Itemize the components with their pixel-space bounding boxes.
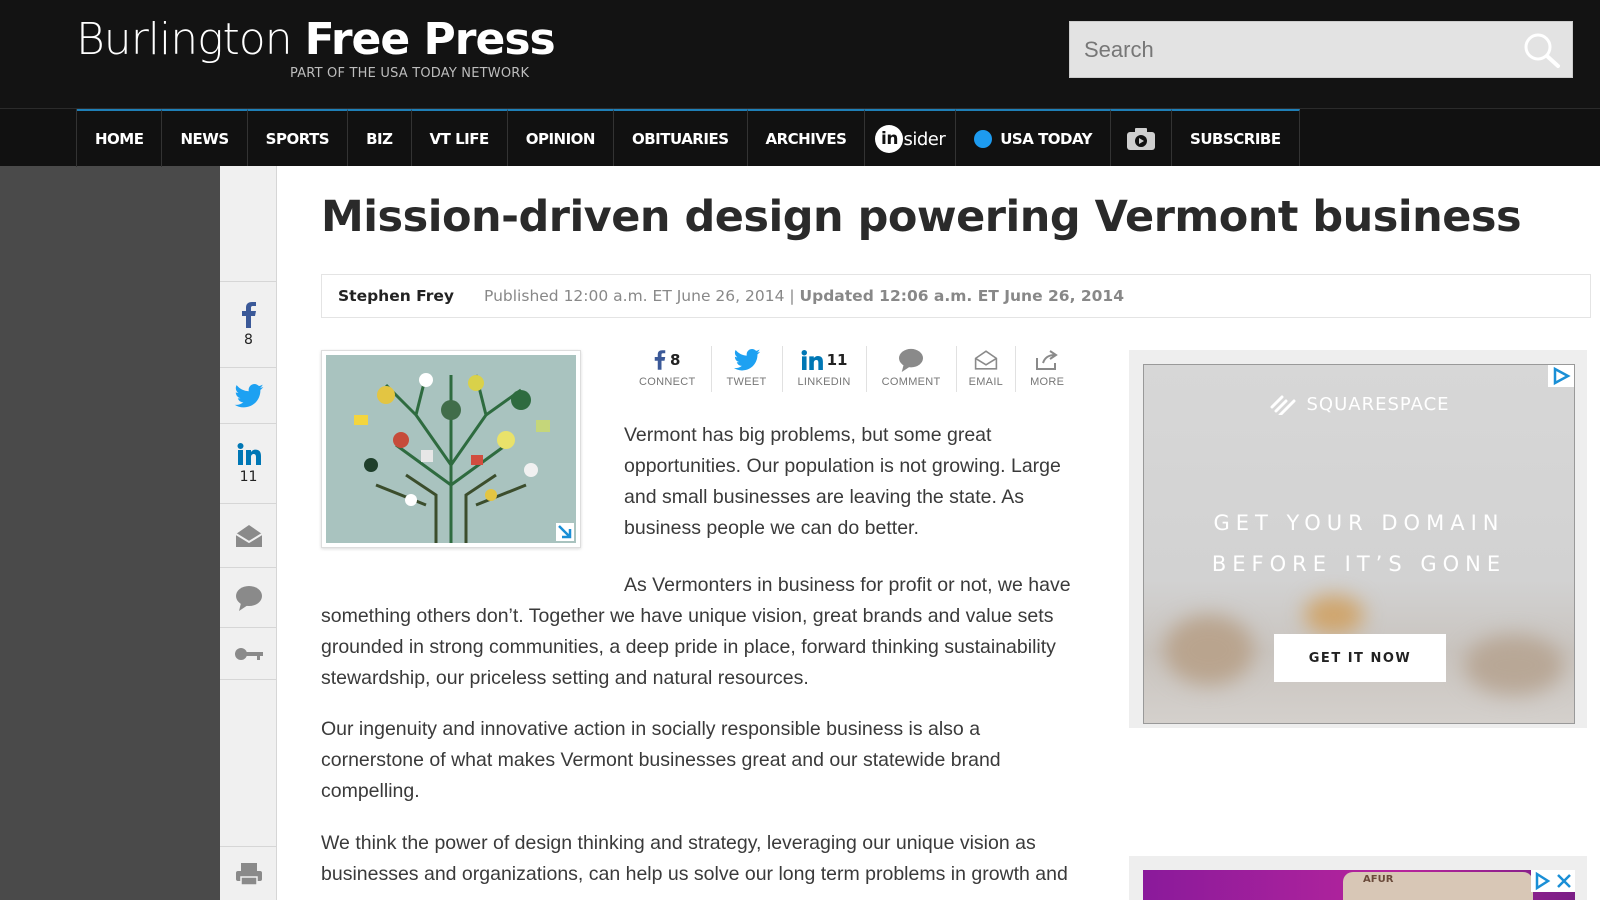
search-button[interactable]: [1522, 31, 1562, 69]
ad2-label: AFUR: [1363, 874, 1394, 885]
share-facebook-label: CONNECT: [639, 376, 696, 388]
ad2-controls: [1531, 870, 1575, 892]
ad-cta-button[interactable]: GET IT NOW: [1274, 634, 1446, 682]
nav-usa-today[interactable]: USA TODAY: [956, 109, 1112, 167]
share-facebook-button[interactable]: 8 CONNECT: [624, 346, 712, 392]
logo-text-bold: Free Press: [304, 14, 556, 65]
share-email-label: EMAIL: [968, 376, 1004, 388]
sidebar-ad-container-2: AFUR: [1129, 856, 1587, 900]
print-icon: [235, 862, 262, 886]
main-nav: HOME NEWS SPORTS BIZ VT LIFE OPINION OBI…: [0, 108, 1600, 167]
nav-photos[interactable]: [1111, 109, 1173, 167]
article-share-bar: 8 CONNECT TWEET 11 LINKEDIN COMMENT EMAI…: [624, 346, 1078, 396]
article-byline: Stephen Frey Published 12:00 a.m. ET Jun…: [321, 274, 1591, 318]
published-date: Published 12:00 a.m. ET June 26, 2014 |: [484, 287, 795, 305]
share-facebook-count: 8: [670, 351, 681, 369]
rail-email-button[interactable]: [220, 504, 277, 568]
share-comment-label: COMMENT: [881, 376, 941, 388]
article-paragraph: Vermont has big problems, but some great…: [624, 424, 1061, 539]
nav-subscribe[interactable]: SUBSCRIBE: [1172, 109, 1300, 167]
nav-sports[interactable]: SPORTS: [247, 109, 349, 167]
nav-insider[interactable]: in sider: [865, 109, 957, 167]
site-header: Burlington Free Press PART OF THE USA TO…: [0, 0, 1600, 108]
linkedin-icon: [801, 350, 823, 370]
rail-facebook-button[interactable]: 8: [220, 282, 277, 368]
banner-ad[interactable]: AFUR: [1143, 870, 1575, 900]
ad-choices-icon[interactable]: [1548, 365, 1574, 387]
article-main: Mission-driven design powering Vermont b…: [277, 166, 1600, 900]
ad-brand-name: SQUARESPACE: [1306, 393, 1450, 415]
nav-news[interactable]: NEWS: [162, 109, 248, 167]
rail-linkedin-count: 11: [239, 468, 258, 485]
nav-vt-life[interactable]: VT LIFE: [411, 109, 508, 167]
squarespace-ad[interactable]: SQUARESPACE GET YOUR DOMAIN BEFORE IT’S …: [1143, 364, 1575, 724]
email-icon: [234, 524, 263, 547]
ad-choices-icon[interactable]: [1531, 870, 1553, 892]
logo-text-light: Burlington: [76, 14, 293, 65]
twitter-icon: [733, 349, 760, 371]
article-paragraph: Our ingenuity and innovative action in s…: [321, 718, 1001, 802]
comment-icon: [235, 585, 262, 611]
ad-headline: GET YOUR DOMAIN BEFORE IT’S GONE: [1144, 503, 1574, 585]
share-more-button[interactable]: MORE: [1016, 346, 1078, 392]
share-rail: 8 11: [220, 166, 277, 900]
usa-today-label: USA TODAY: [1000, 130, 1093, 148]
share-twitter-label: TWEET: [726, 376, 767, 388]
nav-opinion[interactable]: OPINION: [507, 109, 614, 167]
rail-twitter-button[interactable]: [220, 368, 277, 424]
squarespace-logo-icon: [1270, 395, 1296, 415]
author-name[interactable]: Stephen Frey: [338, 287, 454, 305]
email-icon: [974, 350, 998, 370]
comment-icon: [899, 348, 924, 372]
search-box: [1069, 21, 1573, 78]
expand-arrow-icon[interactable]: [556, 523, 574, 541]
nav-home[interactable]: HOME: [77, 109, 163, 167]
logo-subtitle: PART OF THE USA TODAY NETWORK: [290, 66, 530, 81]
nav-obituaries[interactable]: OBITUARIES: [613, 109, 748, 167]
close-icon[interactable]: [1553, 870, 1575, 892]
search-input[interactable]: [1070, 22, 1500, 77]
nav-biz[interactable]: BIZ: [348, 109, 412, 167]
share-linkedin-label: LINKEDIN: [797, 376, 851, 388]
sidebar-ad-container: SQUARESPACE GET YOUR DOMAIN BEFORE IT’S …: [1129, 350, 1587, 728]
ad-headline-line1: GET YOUR DOMAIN: [1213, 511, 1505, 535]
article-image[interactable]: [321, 350, 581, 548]
rail-key-button[interactable]: [220, 628, 277, 680]
insider-logo-text: sider: [903, 128, 946, 150]
article-headline: Mission-driven design powering Vermont b…: [321, 192, 1522, 242]
insider-logo-badge: in: [875, 125, 904, 153]
article-paragraph: We think the power of design thinking an…: [321, 832, 1068, 885]
search-icon: [1524, 33, 1560, 68]
rail-print-button[interactable]: [220, 846, 277, 900]
twitter-icon: [234, 383, 263, 407]
ad-brand: SQUARESPACE: [1144, 393, 1574, 415]
rail-facebook-count: 8: [244, 331, 253, 348]
facebook-icon: [241, 301, 256, 328]
share-comment-button[interactable]: COMMENT: [867, 346, 957, 392]
camera-icon: [1127, 128, 1156, 150]
key-icon: [234, 647, 263, 660]
nav-archives[interactable]: ARCHIVES: [747, 109, 866, 167]
facebook-icon: [654, 350, 666, 370]
share-linkedin-button[interactable]: 11 LINKEDIN: [783, 346, 867, 392]
usa-today-dot-icon: [974, 130, 993, 148]
article-paragraph: As Vermonters in business for profit or …: [321, 574, 1071, 689]
site-logo[interactable]: Burlington Free Press PART OF THE USA TO…: [76, 14, 556, 81]
share-more-icon: [1036, 350, 1058, 370]
share-linkedin-count: 11: [826, 351, 848, 369]
share-email-button[interactable]: EMAIL: [957, 346, 1017, 392]
tree-illustration-image: [326, 355, 576, 543]
rail-spacer: [220, 166, 277, 282]
rail-comment-button[interactable]: [220, 568, 277, 628]
share-twitter-button[interactable]: TWEET: [712, 346, 783, 392]
ad-headline-line2: BEFORE IT’S GONE: [1211, 552, 1507, 576]
rail-linkedin-button[interactable]: 11: [220, 424, 277, 504]
share-more-label: MORE: [1030, 376, 1065, 388]
updated-date: Updated 12:06 a.m. ET June 26, 2014: [799, 287, 1124, 305]
linkedin-icon: [237, 442, 261, 465]
